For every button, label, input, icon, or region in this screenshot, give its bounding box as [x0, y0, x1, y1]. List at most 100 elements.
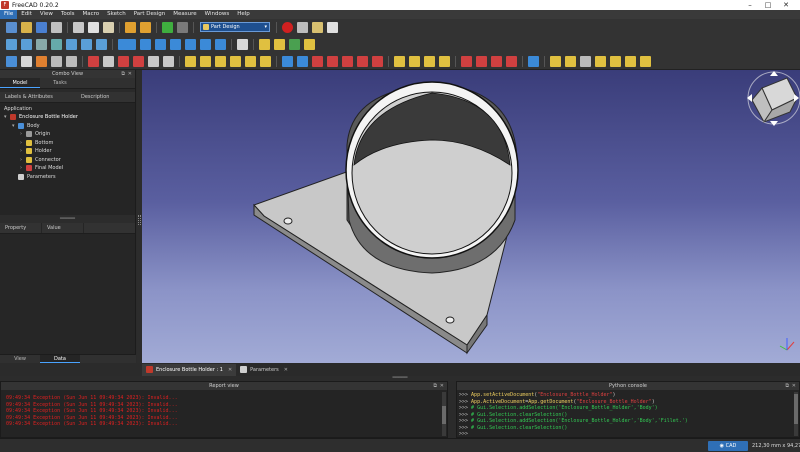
shape-binder-icon[interactable] — [148, 55, 159, 67]
bottom-view-icon[interactable] — [200, 38, 211, 50]
close-icon[interactable]: ✕ — [776, 0, 796, 10]
revolution-icon[interactable] — [200, 55, 211, 67]
pocket-icon[interactable] — [282, 55, 293, 67]
link-icon[interactable] — [289, 38, 300, 50]
close-tab-icon[interactable]: ✕ — [284, 367, 288, 373]
datum-plane-icon[interactable] — [118, 55, 129, 67]
local-cs-icon[interactable] — [133, 55, 144, 67]
header-value[interactable]: Value — [42, 223, 84, 233]
view-sketch-icon[interactable] — [66, 55, 77, 67]
tree-item-origin[interactable]: › Origin — [20, 131, 50, 137]
tree-item-body[interactable]: ▾ Body — [12, 123, 40, 129]
subtractive-pipe-icon[interactable] — [342, 55, 353, 67]
measure-distance-icon[interactable] — [237, 38, 248, 50]
report-scrollbar[interactable] — [442, 392, 446, 436]
boolean-icon[interactable] — [528, 55, 539, 67]
additive-loft-icon[interactable] — [215, 55, 226, 67]
navigation-style-button[interactable]: ◉ CAD — [708, 441, 748, 451]
draft-icon[interactable] — [491, 55, 502, 67]
clone-icon[interactable] — [163, 55, 174, 67]
tab-model[interactable]: Model — [0, 78, 40, 88]
menu-edit[interactable]: Edit — [17, 10, 36, 19]
measure-toggle-icon[interactable] — [610, 55, 621, 67]
report-log[interactable]: 09:49:34 Exception (Sun Jun 11 09:49:34 … — [1, 390, 447, 439]
fit-selection-icon[interactable] — [21, 38, 32, 50]
hole-icon[interactable] — [297, 55, 308, 67]
redo-icon[interactable] — [140, 21, 151, 33]
draw-style-icon[interactable] — [36, 38, 47, 50]
tab-parameters[interactable]: Parameters ✕ — [236, 364, 292, 376]
measure-toggle-delta-icon[interactable] — [640, 55, 651, 67]
tree-property-splitter[interactable]: ═════ — [0, 215, 135, 223]
subtractive-helix-icon[interactable] — [357, 55, 368, 67]
subtractive-loft-icon[interactable] — [327, 55, 338, 67]
refresh-icon[interactable] — [162, 21, 173, 33]
navigation-cube[interactable] — [747, 71, 800, 126]
macro-edit-icon[interactable] — [312, 21, 323, 33]
close-panel-icon[interactable]: ✕ — [440, 382, 444, 390]
cut-icon[interactable] — [73, 21, 84, 33]
workbench-selector[interactable]: Part Design ▾ — [200, 22, 270, 32]
nav-back-icon[interactable] — [66, 38, 77, 50]
additive-primitive-icon[interactable] — [260, 55, 271, 67]
attach-sketch-icon[interactable] — [51, 55, 62, 67]
measure-linear-icon[interactable] — [550, 55, 561, 67]
create-group-icon[interactable] — [274, 38, 285, 50]
linear-pattern-icon[interactable] — [409, 55, 420, 67]
bounding-box-icon[interactable] — [51, 38, 62, 50]
menu-tools[interactable]: Tools — [57, 10, 79, 19]
groove-icon[interactable] — [312, 55, 323, 67]
datum-point-icon[interactable] — [88, 55, 99, 67]
minimize-icon[interactable]: – — [740, 0, 760, 10]
chamfer-icon[interactable] — [476, 55, 487, 67]
measure-clear-icon[interactable] — [595, 55, 606, 67]
close-panel-icon[interactable]: ✕ — [128, 70, 132, 78]
std-views-icon[interactable] — [96, 38, 107, 50]
measure-toggle-3d-icon[interactable] — [625, 55, 636, 67]
console-scrollbar[interactable] — [794, 392, 798, 436]
macro-record-icon[interactable] — [282, 21, 293, 33]
copy-icon[interactable] — [88, 21, 99, 33]
front-view-icon[interactable] — [140, 38, 151, 50]
paste-icon[interactable] — [103, 21, 114, 33]
tree-item-final-model[interactable]: › Final Model — [20, 165, 63, 171]
save-icon[interactable] — [36, 21, 47, 33]
measure-refresh-icon[interactable] — [580, 55, 591, 67]
menu-file[interactable]: File — [0, 10, 18, 19]
tree-item-connector[interactable]: › Connector — [20, 157, 61, 163]
tree-item-parameters[interactable]: Parameters — [12, 174, 56, 180]
macro-stop-icon[interactable] — [297, 21, 308, 33]
close-tab-icon[interactable]: ✕ — [228, 367, 232, 373]
macro-run-icon[interactable] — [327, 21, 338, 33]
menu-part-design[interactable]: Part Design — [130, 10, 170, 19]
header-labels[interactable]: Labels & Attributes — [0, 92, 76, 102]
menu-help[interactable]: Help — [233, 10, 254, 19]
print-icon[interactable] — [51, 21, 62, 33]
subtractive-primitive-icon[interactable] — [372, 55, 383, 67]
datum-line-icon[interactable] — [103, 55, 114, 67]
nav-forward-icon[interactable] — [81, 38, 92, 50]
multitransform-icon[interactable] — [439, 55, 450, 67]
open-document-icon[interactable] — [21, 21, 32, 33]
create-body-icon[interactable] — [6, 55, 17, 67]
top-view-icon[interactable] — [155, 38, 166, 50]
maximize-icon[interactable]: □ — [758, 0, 778, 10]
whats-this-icon[interactable] — [177, 21, 188, 33]
tree-item-holder[interactable]: › Holder — [20, 148, 52, 154]
3d-viewport[interactable] — [142, 70, 800, 363]
link-actions-icon[interactable] — [304, 38, 315, 50]
additive-helix-icon[interactable] — [245, 55, 256, 67]
fit-all-icon[interactable] — [6, 38, 17, 50]
tree-item-bottom[interactable]: › Bottom — [20, 140, 53, 146]
undock-icon[interactable]: ⧉ — [121, 70, 125, 78]
menu-windows[interactable]: Windows — [201, 10, 234, 19]
pad-icon[interactable] — [185, 55, 196, 67]
menu-macro[interactable]: Macro — [79, 10, 104, 19]
polar-pattern-icon[interactable] — [424, 55, 435, 67]
header-property[interactable]: Property — [0, 223, 42, 233]
additive-pipe-icon[interactable] — [230, 55, 241, 67]
tab-enclosure-document[interactable]: Enclosure Bottle Holder : 1 ✕ — [142, 363, 237, 376]
new-document-icon[interactable] — [6, 21, 17, 33]
tree-item-document[interactable]: ▾ Enclosure Bottle Holder — [4, 114, 78, 120]
close-panel-icon[interactable]: ✕ — [792, 382, 796, 390]
